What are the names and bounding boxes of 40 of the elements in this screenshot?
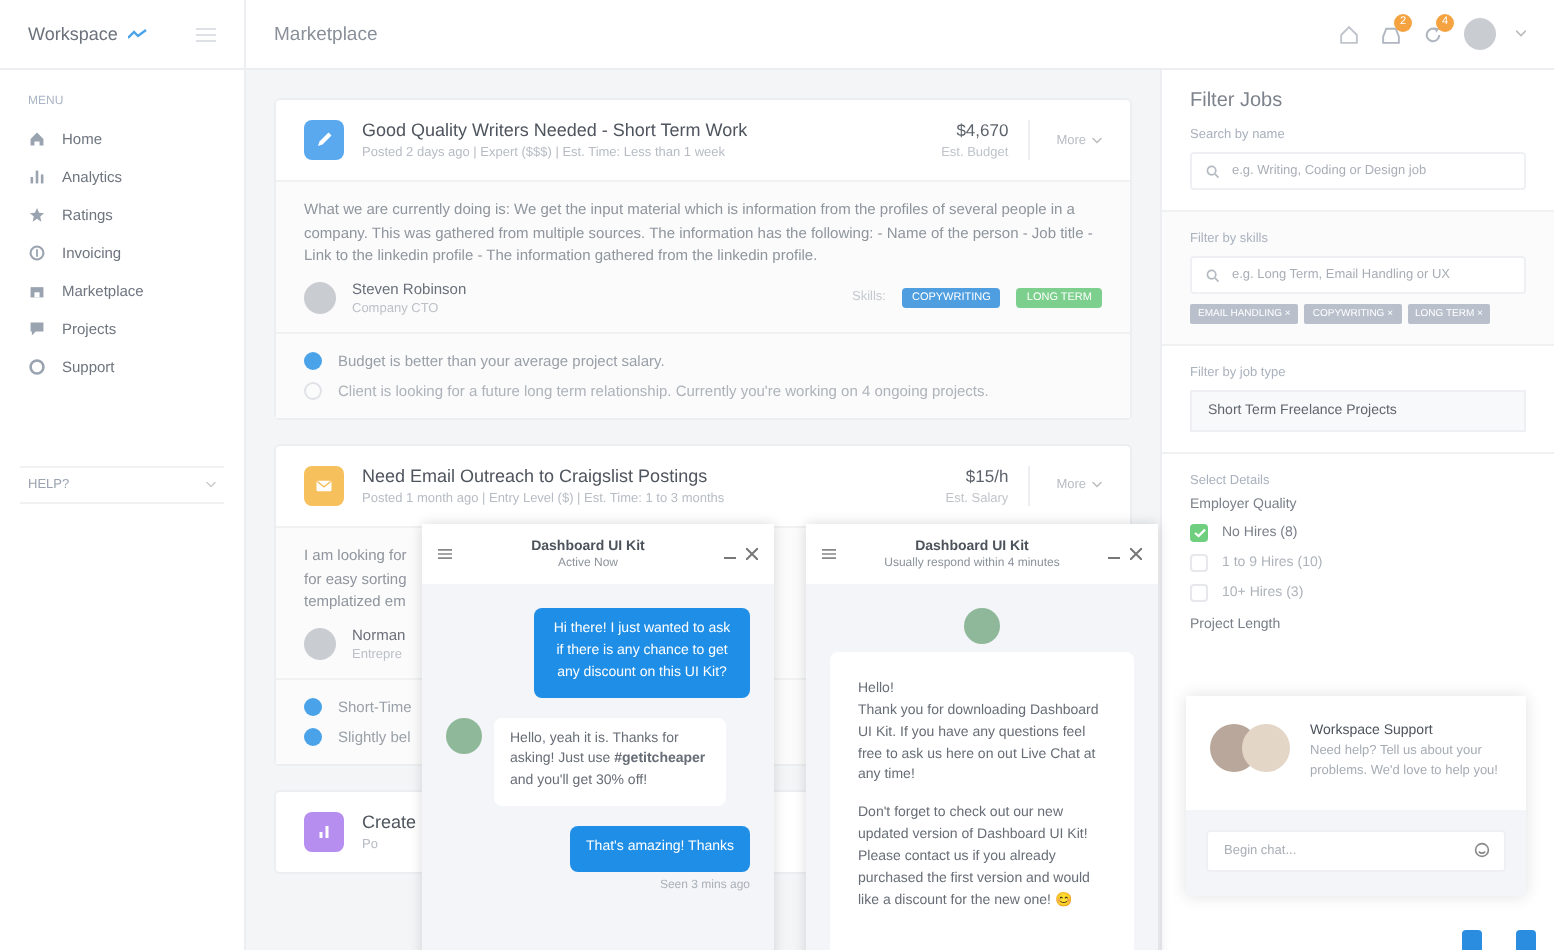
search-icon (1206, 268, 1220, 282)
chat-launcher-button[interactable] (1516, 930, 1536, 950)
menu-icon[interactable] (438, 548, 452, 560)
checkbox[interactable] (1190, 554, 1208, 572)
checkbox[interactable] (1190, 584, 1208, 602)
author-avatar (304, 281, 336, 314)
job-title[interactable]: Create (362, 811, 417, 832)
job-price: $15/h (963, 465, 1009, 486)
caret-icon (1092, 482, 1102, 489)
chat-icon (28, 320, 46, 338)
checkbox[interactable] (1190, 524, 1208, 542)
search-icon (1206, 164, 1220, 178)
author-avatar (304, 627, 336, 660)
coin-icon (28, 244, 46, 262)
page-title: Marketplace (274, 23, 378, 45)
house-icon[interactable] (1338, 23, 1360, 45)
job-price: $4,670 (954, 120, 1009, 140)
smiley-icon[interactable] (1474, 842, 1490, 858)
close-icon[interactable] (1130, 548, 1142, 560)
chart-icon (28, 168, 46, 186)
agent-avatar (446, 717, 482, 754)
menu-icon[interactable] (822, 548, 836, 560)
caret-icon[interactable] (1516, 30, 1526, 38)
refresh-icon[interactable] (1422, 23, 1444, 45)
agent-avatar (964, 608, 1000, 644)
agent-avatar (1242, 724, 1290, 772)
inbox-icon[interactable] (1380, 23, 1402, 45)
trend-icon (127, 28, 148, 40)
star-icon (28, 206, 46, 224)
panel-title: Filter Jobs (1190, 90, 1285, 112)
chevron-icon (206, 482, 216, 488)
job-title[interactable]: Good Quality Writers Needed - Short Term Work (362, 120, 748, 140)
job-title[interactable]: Need Email Outreach to Craigslist Postings (362, 465, 708, 486)
user-avatar[interactable] (1464, 18, 1496, 50)
chat-launcher-button[interactable] (1462, 930, 1482, 950)
close-icon[interactable] (746, 548, 758, 560)
store-icon (28, 282, 46, 300)
brand-name: Workspace (28, 24, 118, 44)
caret-icon (1092, 137, 1102, 143)
home-icon (28, 130, 46, 148)
